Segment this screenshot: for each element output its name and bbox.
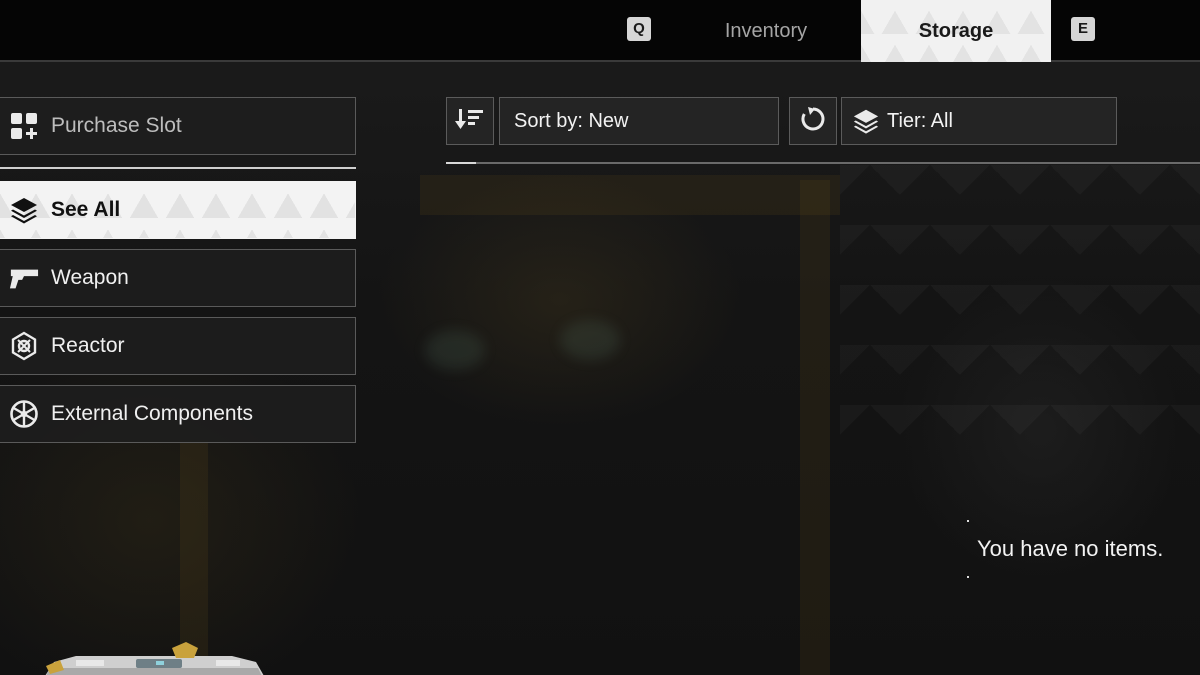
empty-storage-message: You have no items. bbox=[977, 536, 1164, 561]
category-reactor[interactable]: Reactor bbox=[0, 317, 356, 375]
background-beam bbox=[800, 180, 830, 675]
top-tab-bar: Q Inventory Storage E bbox=[0, 0, 1200, 62]
tab-inventory[interactable]: Inventory bbox=[676, 0, 856, 62]
grid-plus-icon bbox=[9, 111, 39, 141]
layers-icon bbox=[9, 195, 39, 225]
toolbar-divider-accent bbox=[446, 162, 476, 164]
tier-filter-dropdown[interactable]: Tier: All bbox=[841, 97, 1117, 145]
category-label: Reactor bbox=[51, 334, 125, 357]
pistol-icon bbox=[9, 263, 39, 293]
storage-crate-image bbox=[36, 640, 272, 675]
category-label: External Components bbox=[51, 402, 253, 425]
purchase-slot-button[interactable]: Purchase Slot bbox=[0, 97, 356, 155]
reset-filters-button[interactable] bbox=[789, 97, 837, 145]
category-label: See All bbox=[51, 198, 121, 221]
sort-by-label: Sort by: New bbox=[514, 109, 629, 132]
prev-tab-key-hint[interactable]: Q bbox=[627, 17, 651, 41]
background-light bbox=[560, 320, 620, 360]
category-label: Weapon bbox=[51, 266, 129, 289]
tab-storage[interactable]: Storage bbox=[861, 0, 1051, 62]
layers-icon bbox=[852, 107, 880, 135]
sort-descending-icon bbox=[455, 107, 485, 136]
toolbar-divider bbox=[446, 162, 1200, 164]
background-beam bbox=[420, 175, 840, 215]
tier-filter-label: Tier: All bbox=[887, 109, 953, 132]
refresh-icon bbox=[799, 105, 827, 138]
next-tab-key-hint[interactable]: E bbox=[1071, 17, 1095, 41]
category-weapon[interactable]: Weapon bbox=[0, 249, 356, 307]
sort-by-dropdown[interactable]: Sort by: New bbox=[499, 97, 779, 145]
background-light bbox=[425, 330, 485, 370]
reactor-icon bbox=[9, 331, 39, 361]
category-external-components[interactable]: External Components bbox=[0, 385, 356, 443]
sort-order-button[interactable] bbox=[446, 97, 494, 145]
purchase-slot-label: Purchase Slot bbox=[51, 114, 182, 137]
background-pattern bbox=[840, 165, 1200, 465]
decor-dot bbox=[967, 520, 969, 522]
decor-dot bbox=[967, 576, 969, 578]
storage-screen: Q Inventory Storage E Purchase Slot See … bbox=[0, 0, 1200, 675]
menu-divider bbox=[0, 167, 356, 169]
gear-wheel-icon bbox=[9, 399, 39, 429]
category-see-all[interactable]: See All bbox=[0, 181, 356, 239]
